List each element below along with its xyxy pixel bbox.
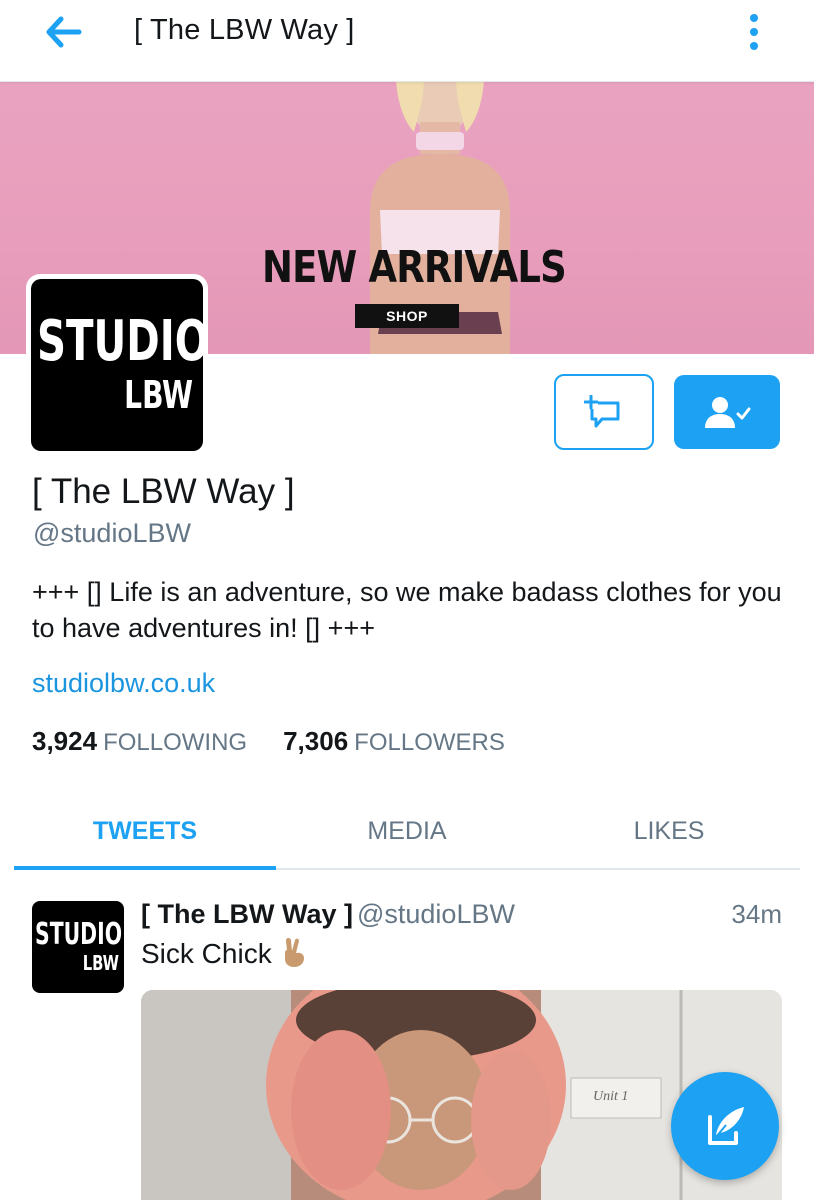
- victory-hand-emoji: [280, 936, 310, 975]
- tweet-author-name: [ The LBW Way ]: [141, 899, 353, 929]
- direct-message-icon: [584, 395, 620, 428]
- unit-label-text: Unit 1: [593, 1089, 629, 1104]
- tab-likes[interactable]: LIKES: [538, 790, 800, 868]
- tweet-body: Sick Chick: [141, 937, 272, 969]
- logo-text-lbw: LBW: [82, 951, 119, 975]
- profile-stats: 3,924 FOLLOWING 7,306 FOLLOWERS: [32, 726, 505, 757]
- tab-media[interactable]: MEDIA: [276, 790, 538, 868]
- banner-shop-label: SHOP: [355, 304, 459, 328]
- profile-display-name: [ The LBW Way ]: [32, 472, 295, 511]
- profile-website-link[interactable]: studiolbw.co.uk: [32, 668, 215, 699]
- tweet-text: Sick Chick: [141, 936, 310, 975]
- tweet-timestamp: 34m: [731, 899, 782, 929]
- vertical-dots-icon: [750, 14, 758, 22]
- direct-message-button[interactable]: [554, 374, 654, 450]
- tweet-author-avatar[interactable]: STUDIO LBW: [32, 901, 124, 993]
- following-label: FOLLOWING: [103, 729, 248, 756]
- profile-avatar[interactable]: STUDIO LBW: [26, 274, 209, 456]
- followers-stat[interactable]: 7,306 FOLLOWERS: [283, 726, 505, 756]
- banner-headline: NEW ARRIVALS: [262, 242, 567, 293]
- compose-quill-icon: [708, 1107, 744, 1145]
- tweet-author-handle: @studioLBW: [356, 899, 515, 929]
- following-button[interactable]: [674, 375, 780, 449]
- logo-text-studio: STUDIO: [37, 309, 210, 374]
- arrow-left-icon: [46, 16, 82, 48]
- person-check-icon: [705, 397, 751, 428]
- compose-tweet-button[interactable]: [671, 1072, 779, 1180]
- studio-lbw-logo: STUDIO LBW: [31, 279, 209, 451]
- followers-label: FOLLOWERS: [354, 729, 505, 756]
- profile-bio: +++ [] Life is an adventure, so we make …: [32, 577, 782, 643]
- top-navigation-bar: [ The LBW Way ]: [0, 0, 814, 82]
- more-options-button[interactable]: [736, 10, 772, 54]
- profile-tabs: TWEETS MEDIA LIKES: [14, 790, 800, 870]
- tweet-author[interactable]: [ The LBW Way ] @studioLBW: [141, 899, 515, 930]
- back-button[interactable]: [38, 12, 88, 52]
- page-title: [ The LBW Way ]: [134, 14, 355, 46]
- logo-text-lbw: LBW: [124, 373, 193, 417]
- tab-tweets[interactable]: TWEETS: [14, 790, 276, 870]
- logo-text-studio: STUDIO: [35, 917, 123, 952]
- followers-count: 7,306: [283, 726, 349, 756]
- profile-handle: @studioLBW: [33, 518, 191, 548]
- following-stat[interactable]: 3,924 FOLLOWING: [32, 726, 247, 756]
- following-count: 3,924: [32, 726, 98, 756]
